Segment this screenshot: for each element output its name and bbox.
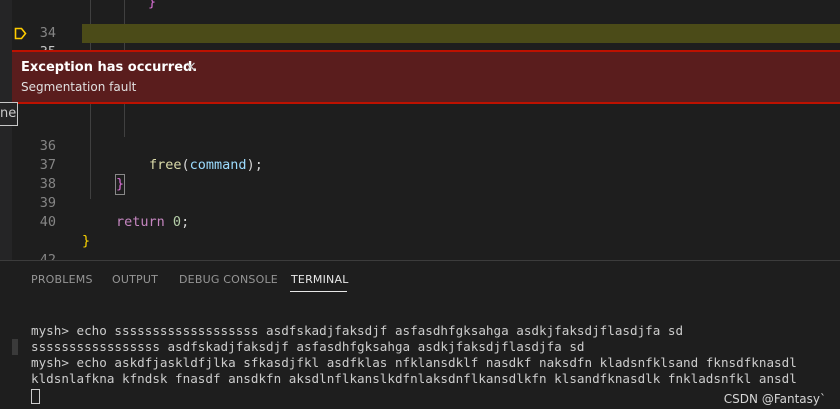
- code-line-37: 37 }: [0, 137, 840, 195]
- watermark-text: CSDN @Fantasy`: [723, 392, 826, 406]
- exception-title: Exception has occurred.: [21, 60, 198, 75]
- code-fragment: }: [148, 0, 157, 10]
- line-number: 40: [39, 214, 56, 230]
- terminal-line: sssssssssssssssss asdfskadjfaksdjf asfas…: [31, 339, 585, 354]
- code-line-43: 43 char **command = malloc(8 * sizeof(ch…: [0, 251, 840, 260]
- tab-output[interactable]: OUTPUT: [112, 273, 158, 286]
- code-line-40: 40 }: [0, 194, 840, 249]
- close-icon[interactable]: ×: [185, 59, 197, 75]
- code-line-42: 42 char **get_input(char *input) {: [0, 232, 840, 260]
- code-line-34: 34 }: [0, 0, 840, 41]
- terminal-line: mysh> echo askdfjaskldfjlka sfkasdjfkl a…: [31, 355, 797, 370]
- terminal-cursor: [31, 389, 40, 404]
- code-editor[interactable]: 34 } 35 free(input); Exception has occur…: [0, 0, 840, 260]
- tab-debug-console[interactable]: DEBUG CONSOLE: [179, 273, 278, 286]
- code-text: return 0;: [116, 214, 190, 230]
- exception-message: Segmentation fault: [21, 80, 137, 94]
- tab-terminal[interactable]: TERMINAL: [291, 273, 349, 286]
- active-tab-indicator: [290, 291, 347, 292]
- code-line-35: 35 free(input);: [0, 24, 840, 79]
- bottom-panel: PROBLEMS OUTPUT DEBUG CONSOLE TERMINAL m…: [0, 260, 840, 409]
- terminal-line: mysh> echo sssssssssssssssssss asdfskadj…: [31, 323, 684, 338]
- command-decoration: [12, 339, 18, 355]
- code-line-36: 36 free(command);: [0, 118, 840, 173]
- exception-widget: Exception has occurred. × Segmentation f…: [12, 50, 840, 104]
- code-line-38: 38: [0, 156, 840, 192]
- code-line-39: 39 return 0;: [0, 175, 840, 230]
- tab-problems[interactable]: PROBLEMS: [31, 273, 93, 286]
- terminal-line: kldsnlafkna kfndsk fnasdf ansdkfn aksdln…: [31, 371, 797, 386]
